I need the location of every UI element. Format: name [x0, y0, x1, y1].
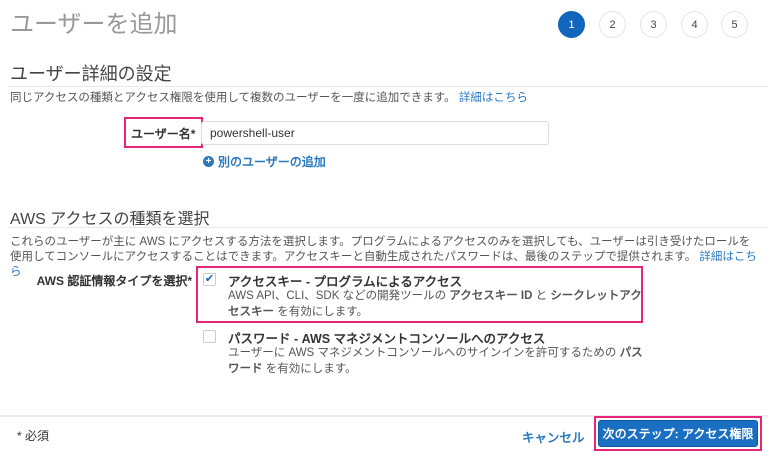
access-description-text: これらのユーザーが主に AWS にアクセスする方法を選択します。プログラムによる…: [10, 236, 751, 263]
step-1[interactable]: 1: [558, 11, 585, 38]
desc: を有効にします。: [262, 363, 357, 375]
access-key-description: AWS API、CLI、SDK などの開発ツールの アクセスキー ID と シー…: [228, 288, 648, 320]
password-checkbox[interactable]: [203, 330, 216, 343]
desc-bold: アクセスキー ID: [449, 290, 533, 302]
step-2[interactable]: 2: [599, 11, 626, 38]
required-note: * 必須: [17, 429, 50, 443]
check-icon: ✔: [204, 273, 215, 285]
step-5[interactable]: 5: [721, 11, 748, 38]
plus-circle-icon: +: [203, 156, 214, 167]
desc: ユーザーに AWS マネジメントコンソールへのサインインを許可するための: [228, 347, 620, 359]
add-user-label: 別のユーザーの追加: [218, 155, 326, 169]
desc: を有効にします。: [274, 306, 369, 318]
step-4[interactable]: 4: [681, 11, 708, 38]
desc: AWS API、CLI、SDK などの開発ツールの: [228, 290, 450, 302]
next-step-button[interactable]: 次のステップ: アクセス権限: [598, 420, 758, 447]
details-description-text: 同じアクセスの種類とアクセス権限を使用して複数のユーザーを一度に追加できます。: [10, 92, 456, 104]
details-heading: ユーザー詳細の設定: [10, 64, 172, 84]
desc: と: [532, 290, 551, 302]
username-label: ユーザー名*: [131, 127, 196, 141]
divider: [8, 86, 768, 87]
divider: [8, 227, 768, 228]
add-user-link[interactable]: + 別のユーザーの追加: [203, 153, 326, 170]
access-heading: AWS アクセスの種類を選択: [10, 211, 210, 228]
page-title: ユーザーを追加: [10, 11, 178, 38]
credential-type-label: AWS 認証情報タイプを選択*: [36, 274, 192, 288]
details-description: 同じアクセスの種類とアクセス権限を使用して複数のユーザーを一度に追加できます。 …: [10, 91, 528, 106]
step-3[interactable]: 3: [640, 11, 667, 38]
learn-more-link[interactable]: 詳細はこちら: [459, 92, 528, 104]
access-key-checkbox[interactable]: ✔: [203, 273, 216, 286]
cancel-button[interactable]: キャンセル: [522, 427, 585, 446]
password-description: ユーザーに AWS マネジメントコンソールへのサインインを許可するための パスワ…: [228, 345, 648, 377]
username-input[interactable]: [201, 121, 549, 145]
